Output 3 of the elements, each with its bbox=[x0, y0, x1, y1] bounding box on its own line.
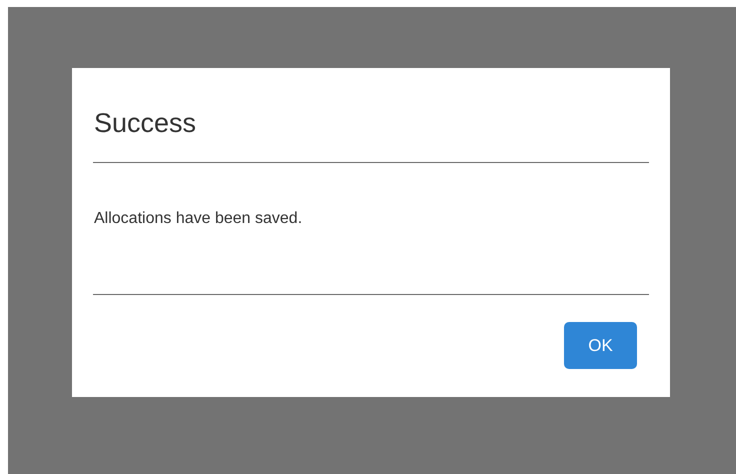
ok-button[interactable]: OK bbox=[564, 322, 637, 369]
dialog-title: Success bbox=[93, 108, 198, 138]
dialog-message: Allocations have been saved. bbox=[93, 209, 304, 229]
